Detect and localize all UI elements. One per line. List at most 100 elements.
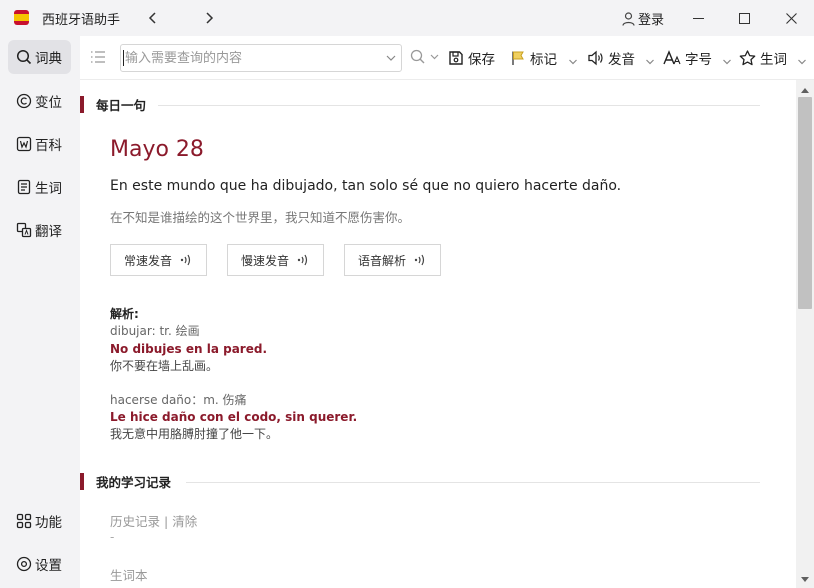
save-icon	[449, 51, 463, 65]
login-label: 登录	[638, 13, 665, 28]
sidebar-item-encyclopedia[interactable]: 百科	[8, 127, 71, 161]
history-section-title: 我的学习记录	[96, 474, 172, 490]
daily-sentence-spanish: En este mundo que ha dibujado, tan solo …	[110, 178, 622, 194]
sidebar-item-label: 变位	[35, 95, 62, 111]
triangle-down-icon	[801, 577, 809, 582]
sound-wave-icon	[414, 254, 425, 266]
text-cursor	[123, 50, 124, 66]
sidebar-item-translate[interactable]: 翻译	[8, 213, 71, 247]
mark-dropdown[interactable]	[568, 51, 578, 70]
vocab-dropdown[interactable]	[797, 51, 807, 70]
main-content: 每日一句 Mayo 28 En este mundo que ha dibuja…	[80, 80, 796, 588]
slow-speed-audio-button[interactable]: 慢速发音	[227, 244, 324, 276]
notebook-icon	[17, 179, 31, 195]
clear-history-link[interactable]: 清除	[172, 514, 197, 529]
note-example-chinese: 我无意中用胳膊肘撞了他一下。	[110, 427, 279, 441]
search-history-dropdown[interactable]	[385, 50, 397, 70]
search-box	[120, 44, 402, 72]
daily-sentence-chinese: 在不知是谁描绘的这个世界里，我只知道不愿伤害你。	[110, 210, 411, 225]
section-marker	[80, 472, 84, 490]
note-term: dibujar: tr. 绘画	[110, 324, 200, 338]
app-title: 西班牙语助手	[42, 13, 121, 28]
minimize-button[interactable]	[683, 4, 713, 32]
sidebar-item-label: 生词	[35, 181, 62, 197]
analysis-label: 解析:	[110, 307, 139, 321]
chevron-right-icon	[206, 12, 214, 24]
translate-icon	[16, 222, 32, 238]
chevron-down-icon	[723, 59, 731, 65]
user-icon	[622, 11, 635, 26]
settings-icon	[16, 556, 32, 572]
sidebar-item-settings[interactable]: 设置	[8, 547, 71, 581]
scroll-down-button[interactable]	[796, 572, 814, 588]
sidebar-item-label: 百科	[35, 138, 62, 154]
speaker-icon	[588, 50, 603, 66]
forward-button[interactable]	[197, 6, 221, 30]
link-separator: |	[164, 514, 169, 529]
mark-label: 标记	[530, 52, 557, 68]
history-link[interactable]: 历史记录	[110, 514, 160, 529]
wiki-icon	[16, 136, 32, 152]
chevron-down-icon	[569, 59, 577, 65]
font-size-button[interactable]: 字号	[663, 47, 712, 69]
chevron-down-icon	[646, 59, 654, 65]
search-input[interactable]	[125, 47, 377, 69]
voice-analysis-button[interactable]: 语音解析	[344, 244, 441, 276]
speak-label: 发音	[608, 52, 635, 68]
audio-button-label: 慢速发音	[241, 253, 290, 268]
note-example-spanish: Le hice daño con el codo, sin querer.	[110, 410, 358, 424]
add-vocab-label: 生词	[760, 52, 787, 68]
search-button[interactable]	[410, 49, 440, 69]
sidebar-item-conjugation[interactable]: 变位	[8, 84, 71, 118]
speak-button[interactable]: 发音	[587, 47, 635, 69]
scroll-up-button[interactable]	[796, 82, 814, 98]
vertical-scrollbar[interactable]	[796, 80, 814, 588]
search-icon	[16, 49, 32, 65]
close-button[interactable]	[776, 4, 806, 32]
sidebar-item-vocabulary[interactable]: 生词	[8, 170, 71, 204]
save-button[interactable]: 保存	[448, 47, 495, 69]
daily-date: Mayo 28	[110, 137, 204, 162]
section-divider	[158, 105, 760, 106]
speak-dropdown[interactable]	[645, 51, 655, 70]
note-example-chinese: 你不要在墙上乱画。	[110, 359, 219, 373]
history-section-header: 我的学习记录	[80, 472, 171, 490]
audio-button-label: 常速发音	[124, 253, 173, 268]
vocab-book-label: 生词本	[110, 568, 148, 583]
font-size-icon	[663, 50, 681, 65]
sound-wave-icon	[180, 254, 191, 266]
font-size-dropdown[interactable]	[722, 51, 732, 70]
back-button[interactable]	[141, 6, 165, 30]
maximize-button[interactable]	[729, 4, 759, 32]
sound-wave-icon	[297, 254, 308, 266]
section-divider	[186, 482, 760, 483]
title-bar: 西班牙语助手 登录	[0, 0, 814, 36]
daily-section-title: 每日一句	[96, 97, 147, 113]
section-marker	[80, 95, 84, 113]
sidebar: 词典 变位 百科 生词 翻译 功能 设置	[0, 36, 80, 588]
minimize-icon	[692, 17, 704, 19]
login-button[interactable]: 登录	[622, 9, 664, 28]
sidebar-item-dictionary[interactable]: 词典	[8, 40, 71, 74]
list-toggle-button[interactable]	[90, 49, 106, 68]
sidebar-item-label: 功能	[35, 515, 62, 531]
sidebar-item-label: 设置	[35, 558, 62, 574]
scroll-thumb[interactable]	[798, 97, 812, 309]
daily-section-header: 每日一句	[80, 95, 146, 113]
flag-icon	[512, 51, 524, 65]
save-label: 保存	[468, 52, 495, 68]
maximize-icon	[738, 12, 750, 24]
triangle-up-icon	[801, 88, 809, 93]
sidebar-item-functions[interactable]: 功能	[8, 504, 71, 538]
add-vocab-button[interactable]: 生词	[739, 47, 787, 69]
spain-flag-icon	[14, 10, 29, 25]
history-empty: -	[110, 530, 115, 544]
toolbar: 保存 标记 发音 字号 生词	[80, 36, 814, 80]
close-icon	[785, 12, 797, 24]
copyright-icon	[16, 93, 32, 109]
chevron-left-icon	[148, 12, 156, 24]
normal-speed-audio-button[interactable]: 常速发音	[110, 244, 207, 276]
font-size-label: 字号	[685, 52, 712, 68]
mark-button[interactable]: 标记	[510, 47, 557, 69]
star-icon	[739, 50, 756, 66]
